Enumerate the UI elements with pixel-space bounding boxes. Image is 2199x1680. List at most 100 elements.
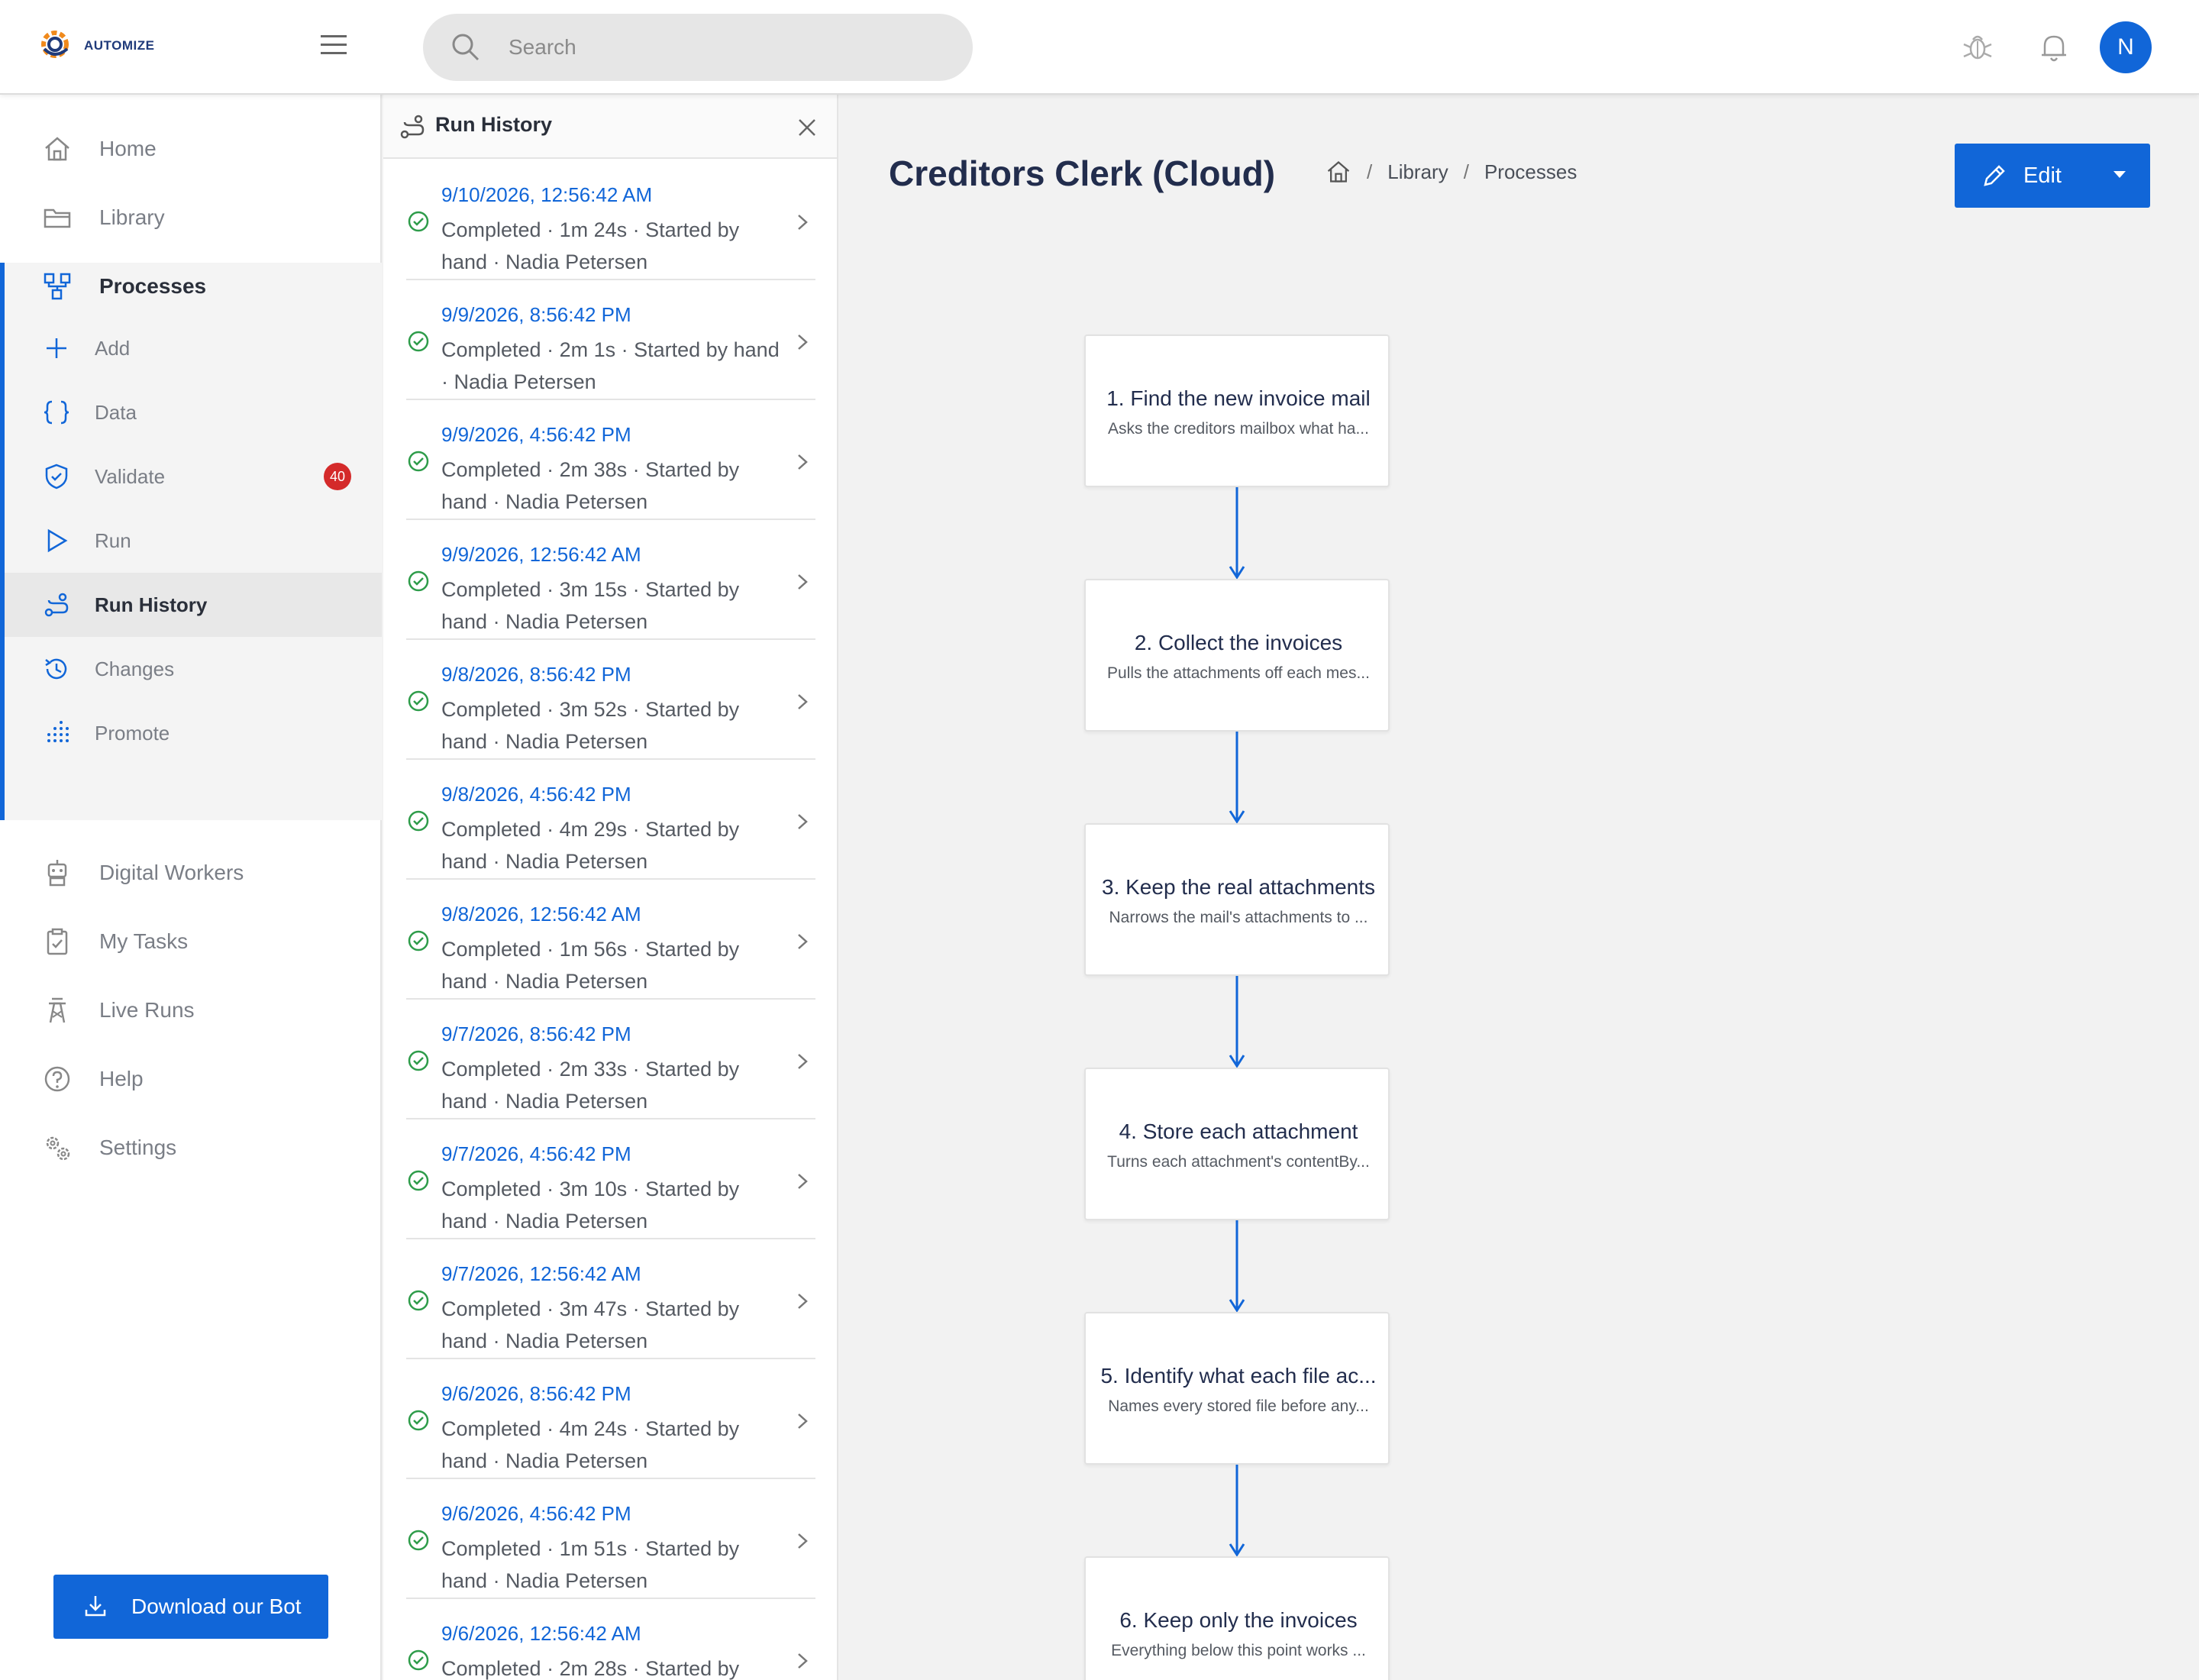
- run-date[interactable]: 9/8/2026, 4:56:42 PM: [441, 783, 631, 806]
- download-bot-button[interactable]: Download our Bot: [53, 1575, 328, 1639]
- chevron-right-icon[interactable]: [794, 331, 811, 354]
- search-bar[interactable]: Search: [423, 14, 973, 81]
- sidebar-item-label: Home: [99, 137, 157, 160]
- sidebar-item-library[interactable]: Library: [0, 183, 382, 252]
- run-date[interactable]: 9/9/2026, 4:56:42 PM: [441, 423, 631, 447]
- run-date[interactable]: 9/9/2026, 12:56:42 AM: [441, 543, 641, 567]
- breadcrumb-library[interactable]: Library: [1387, 160, 1448, 184]
- sidebar-item-label: Settings: [99, 1136, 177, 1159]
- sidebar-subitem-run[interactable]: Run: [5, 509, 382, 573]
- edit-button[interactable]: Edit: [1955, 144, 2150, 208]
- run-history-item[interactable]: 9/6/2026, 12:56:42 AM Completed · 2m 28s …: [406, 1599, 815, 1680]
- sidebar-item-home[interactable]: Home: [0, 115, 382, 183]
- avatar[interactable]: N: [2100, 21, 2152, 73]
- chevron-right-icon[interactable]: [794, 211, 811, 234]
- run-date[interactable]: 9/6/2026, 8:56:42 PM: [441, 1382, 631, 1406]
- run-date[interactable]: 9/8/2026, 8:56:42 PM: [441, 663, 631, 687]
- run-date[interactable]: 9/7/2026, 4:56:42 PM: [441, 1142, 631, 1166]
- sidebar-item-live-runs[interactable]: Live Runs: [0, 976, 382, 1045]
- chevron-down-icon[interactable]: [2113, 171, 2126, 178]
- run-history-item[interactable]: 9/10/2026, 12:56:42 AM Completed · 1m 24s…: [406, 160, 815, 280]
- sidebar-item-digital-workers[interactable]: Digital Workers: [0, 838, 382, 907]
- validate-count-badge: 40: [324, 463, 351, 490]
- run-history-item[interactable]: 9/9/2026, 12:56:42 AM Completed · 3m 15s …: [406, 520, 815, 640]
- automize-gear-icon: [41, 31, 69, 58]
- chevron-right-icon[interactable]: [794, 570, 811, 593]
- run-date[interactable]: 9/8/2026, 12:56:42 AM: [441, 903, 641, 926]
- chevron-right-icon[interactable]: [794, 930, 811, 953]
- run-history-item[interactable]: 9/8/2026, 8:56:42 PM Completed · 3m 52s ·…: [406, 640, 815, 760]
- breadcrumb-separator: /: [1463, 160, 1469, 183]
- home-icon[interactable]: [1326, 159, 1351, 185]
- sidebar-subitem-label: Validate: [95, 464, 166, 488]
- run-history-item[interactable]: 9/6/2026, 8:56:42 PM Completed · 4m 24s ·…: [406, 1359, 815, 1479]
- run-description: Completed · 1m 24s · Started by hand · N…: [441, 218, 740, 273]
- process-step[interactable]: 1. Find the new invoice mail Asks the cre…: [1084, 334, 1390, 487]
- sidebar-subitem-changes[interactable]: Changes: [5, 637, 382, 701]
- chevron-right-icon[interactable]: [794, 1050, 811, 1073]
- sidebar-item-my-tasks[interactable]: My Tasks: [0, 907, 382, 976]
- chevron-right-icon[interactable]: [794, 690, 811, 713]
- run-date[interactable]: 9/10/2026, 12:56:42 AM: [441, 183, 652, 207]
- flow-connector-arrow: [1229, 732, 1245, 823]
- check-circle-icon: [408, 331, 429, 352]
- hamburger-menu-icon[interactable]: [319, 32, 348, 58]
- sidebar-item-label: Digital Workers: [99, 861, 244, 884]
- run-history-item[interactable]: 9/9/2026, 8:56:42 PM Completed · 2m 1s · …: [406, 280, 815, 400]
- pencil-icon: [1984, 165, 2005, 186]
- chevron-right-icon[interactable]: [794, 1410, 811, 1433]
- run-date[interactable]: 9/9/2026, 8:56:42 PM: [441, 303, 631, 327]
- sidebar-item-settings[interactable]: Settings: [0, 1113, 382, 1182]
- run-history-item[interactable]: 9/8/2026, 4:56:42 PM Completed · 4m 29s ·…: [406, 760, 815, 880]
- bug-icon[interactable]: [1961, 31, 1994, 64]
- chevron-right-icon[interactable]: [794, 451, 811, 473]
- run-date[interactable]: 9/6/2026, 4:56:42 PM: [441, 1502, 631, 1526]
- chevron-right-icon[interactable]: [794, 1530, 811, 1552]
- process-step[interactable]: 4. Store each attachment Turns each attac…: [1084, 1068, 1390, 1220]
- bell-icon[interactable]: [2037, 31, 2071, 64]
- run-description: Completed · 3m 10s · Started by hand · N…: [441, 1178, 740, 1233]
- sidebar-subitem-promote[interactable]: Promote: [5, 701, 382, 765]
- process-step[interactable]: 6. Keep only the invoices Everything belo…: [1084, 1556, 1390, 1680]
- sidebar-subitem-add[interactable]: Add: [5, 316, 382, 380]
- step-description: Narrows the mail's attachments to ...: [1109, 909, 1368, 926]
- run-history-header: Run History: [383, 95, 837, 159]
- processes-subnav: Add Data Validate 40 Run Run History Cha…: [0, 263, 382, 820]
- sidebar-subitem-data[interactable]: Data: [5, 380, 382, 444]
- history-icon: [45, 658, 67, 680]
- run-history-item[interactable]: 9/9/2026, 4:56:42 PM Completed · 2m 38s ·…: [406, 400, 815, 520]
- run-date[interactable]: 9/7/2026, 8:56:42 PM: [441, 1023, 631, 1046]
- run-history-item[interactable]: 9/6/2026, 4:56:42 PM Completed · 1m 51s ·…: [406, 1479, 815, 1599]
- step-description: Pulls the attachments off each mes...: [1107, 664, 1370, 682]
- gears-icon: [46, 1136, 70, 1161]
- run-history-item[interactable]: 9/7/2026, 8:56:42 PM Completed · 2m 33s ·…: [406, 1000, 815, 1119]
- home-icon: [45, 137, 69, 161]
- sidebar-subitem-run-history[interactable]: Run History: [5, 573, 382, 637]
- run-description: Completed · 4m 29s · Started by hand · N…: [441, 818, 740, 873]
- chevron-right-icon[interactable]: [794, 1170, 811, 1193]
- sidebar-item-processes[interactable]: Processes: [0, 252, 382, 321]
- sidebar-subitem-validate[interactable]: Validate 40: [5, 444, 382, 509]
- close-icon[interactable]: [796, 116, 819, 139]
- run-description: Completed · 3m 47s · Started by hand · N…: [441, 1297, 740, 1352]
- sidebar-item-help[interactable]: Help: [0, 1045, 382, 1113]
- breadcrumb-processes[interactable]: Processes: [1484, 160, 1577, 184]
- check-circle-icon: [408, 1050, 429, 1071]
- run-date[interactable]: 9/6/2026, 12:56:42 AM: [441, 1622, 641, 1646]
- search-input[interactable]: Search: [509, 35, 576, 60]
- process-step[interactable]: 5. Identify what each file ac... Names ev…: [1084, 1312, 1390, 1465]
- flow-connector-arrow: [1229, 1220, 1245, 1312]
- run-history-item[interactable]: 9/8/2026, 12:56:42 AM Completed · 1m 56s …: [406, 880, 815, 1000]
- process-step[interactable]: 3. Keep the real attachments Narrows the …: [1084, 823, 1390, 976]
- play-icon: [47, 528, 68, 553]
- run-history-item[interactable]: 9/7/2026, 12:56:42 AM Completed · 3m 47s …: [406, 1239, 815, 1359]
- logo[interactable]: AUTOMIZE: [37, 26, 154, 66]
- process-step[interactable]: 2. Collect the invoices Pulls the attachm…: [1084, 579, 1390, 732]
- chevron-right-icon[interactable]: [794, 1290, 811, 1313]
- check-circle-icon: [408, 930, 429, 951]
- run-history-item[interactable]: 9/7/2026, 4:56:42 PM Completed · 3m 10s ·…: [406, 1119, 815, 1239]
- chevron-right-icon[interactable]: [794, 810, 811, 833]
- chevron-right-icon[interactable]: [794, 1649, 811, 1672]
- clipboard-check-icon: [47, 928, 68, 955]
- run-date[interactable]: 9/7/2026, 12:56:42 AM: [441, 1262, 641, 1286]
